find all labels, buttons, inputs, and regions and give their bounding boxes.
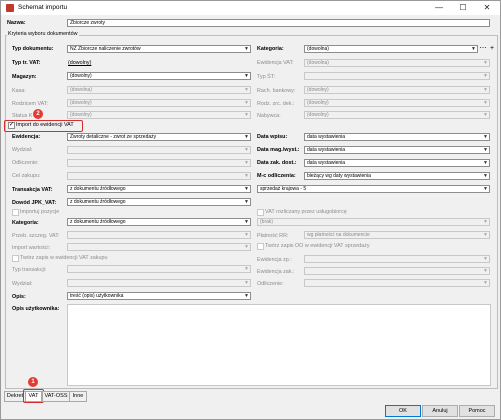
cash-label: Kasa:: [12, 88, 26, 94]
dept-select: ▼: [67, 146, 251, 154]
import-vat-label: Import do ewidencji VAT: [16, 122, 74, 128]
records2-select: ▼: [304, 255, 490, 263]
dept2-select: ▼: [67, 279, 251, 287]
vat-reg-label: Rodzicem VAT:: [12, 101, 49, 107]
vat-category-label: Kategoria:: [12, 220, 39, 226]
month-select[interactable]: bieżący wg daty wystawienia ▼: [304, 172, 490, 180]
proxy-select: ▼: [67, 231, 251, 239]
criteria-group-label: Kryteria wyboru dokumentów: [7, 31, 79, 37]
date-doc-label: Data zak. dost.:: [257, 160, 297, 166]
vat-paid-checkbox[interactable]: [257, 209, 264, 216]
settlement-select: (dowolny) ▼: [304, 99, 490, 107]
transaction-type-select: ▼: [67, 265, 251, 273]
name-label: Nazwa:: [7, 20, 26, 26]
chevron-down-icon: ▼: [244, 46, 249, 52]
name-field[interactable]: Zbiorcze zwroty: [67, 19, 490, 27]
purpose-select: ▼: [67, 172, 251, 180]
receiver-select: ▼: [67, 159, 251, 167]
date-issue-label: Data wpisu:: [257, 134, 288, 140]
records2-label: Ewidencja zp.:: [257, 257, 292, 263]
warehouse-label: Magazyn:: [12, 74, 37, 80]
desc-select[interactable]: treść (opis) użytkownika ▼: [67, 292, 251, 300]
payment-select: wg płatności na dokumencie ▼: [304, 231, 490, 239]
kind-select: (brak) ▼: [257, 218, 490, 226]
import-positions-label: Importuj pozycje: [20, 209, 60, 215]
import-value-select: ▼: [67, 243, 251, 251]
create-record-checkbox[interactable]: [12, 255, 19, 262]
cash-select: (dowolna) ▼: [67, 86, 251, 94]
doc-type-select[interactable]: NZ Zbiorcze naliczenie zwrotów ▼: [67, 45, 251, 53]
vat-records-label: Ewidencja VAT:: [257, 60, 294, 66]
jpk-label: Dowód JPK_VAT:: [12, 200, 57, 206]
close-button[interactable]: ✕: [475, 1, 499, 15]
vat-type-link[interactable]: (dowolny): [68, 60, 91, 66]
help-button[interactable]: Pomoc: [459, 405, 495, 417]
records-select[interactable]: Zwroty detaliczne - zwrot ze sprzedaży ▼: [67, 133, 251, 141]
dialog-window: Schemat importu — ☐ ✕ Nazwa: Zbiorcze zw…: [0, 0, 501, 420]
create-record-label: Twórz zapis w ewidencji VAT zakupu: [20, 255, 108, 261]
doc-type-label: Typ dokumentu:: [12, 46, 54, 52]
status-label: Status K: [12, 113, 33, 119]
dept-label: Wydział:: [12, 147, 33, 153]
records3-label: Ewidencja zak.:: [257, 269, 295, 275]
jpk-select[interactable]: z dokumentu źródłowego ▼: [67, 198, 251, 206]
user-desc-label: Opis użytkownika:: [12, 306, 60, 312]
vat-type-label: Typ tr. VAT:: [12, 60, 41, 66]
transaction-label: Transakcja VAT:: [12, 187, 53, 193]
proxy-label: Przeb. szczeg. VAT:: [12, 233, 60, 239]
cancel-button[interactable]: Anuluj: [422, 405, 458, 417]
category-select[interactable]: (dowolna) ▼: [304, 45, 478, 53]
vat-records-select: (dowolna) ▼: [304, 59, 490, 67]
records3-select: ▼: [304, 267, 490, 275]
month-label: M-c odliczenia:: [257, 173, 296, 179]
create-oo-checkbox[interactable]: [257, 243, 264, 250]
deduct-select: ▼: [304, 279, 490, 287]
buyer-label: Nabywca:: [257, 113, 281, 119]
deduct-label: Odliczenie:: [257, 281, 284, 287]
maximize-button[interactable]: ☐: [451, 1, 475, 15]
payment-label: Płatność RR:: [257, 233, 289, 239]
minimize-button[interactable]: —: [427, 1, 451, 15]
warehouse-select[interactable]: (dowolny) ▼: [67, 72, 251, 80]
purpose-label: Cel zakupu:: [12, 173, 41, 179]
annotation-badge-2: 2: [33, 109, 43, 119]
country-select[interactable]: sprzedaż krajowa - 5 ▼: [257, 185, 490, 193]
tab-vat-oss[interactable]: VAT-OSS: [42, 391, 70, 402]
vat-category-select[interactable]: z dokumentu źródłowego ▼: [67, 218, 251, 226]
import-value-label: Import wartości:: [12, 245, 51, 251]
title-bar: Schemat importu — ☐ ✕: [1, 1, 500, 15]
date-mag-select[interactable]: data wystawienia ▼: [304, 146, 490, 154]
st-type-select: ▼: [304, 72, 490, 80]
date-doc-select[interactable]: data wystawienia ▼: [304, 159, 490, 167]
receiver-label: Odliczenie:: [12, 160, 39, 166]
tab-inne[interactable]: Inne: [69, 391, 87, 402]
more-options-icon[interactable]: ⋯: [479, 45, 487, 53]
add-icon[interactable]: +: [488, 45, 496, 53]
bank-select: (dowolny) ▼: [304, 86, 490, 94]
transaction-select[interactable]: z dokumentu źródłowego ▼: [67, 185, 251, 193]
vat-reg-select: (dowolny) ▼: [67, 99, 251, 107]
date-mag-label: Data mag./wyst.:: [257, 147, 300, 153]
app-icon: [6, 4, 14, 12]
create-oo-label: Twórz zapis OO w ewidencji VAT sprzedaży: [265, 243, 370, 249]
vat-paid-label: VAT rozliczany przez usługobiorcę: [265, 209, 347, 215]
import-vat-checkbox[interactable]: [8, 121, 15, 129]
dept2-label: Wydział:: [12, 281, 33, 287]
buyer-select: (dowolny) ▼: [304, 111, 490, 119]
st-type-label: Typ ŚT:: [257, 74, 275, 80]
status-select: (dowolny) ▼: [67, 111, 251, 119]
category-label: Kategoria:: [257, 46, 284, 52]
ok-button[interactable]: OK: [385, 405, 421, 417]
annotation-box-tab: [23, 389, 44, 403]
desc-label: Opis:: [12, 294, 26, 300]
import-positions-checkbox[interactable]: [12, 209, 19, 216]
date-issue-select[interactable]: data wystawienia ▼: [304, 133, 490, 141]
bank-label: Rach. bankowy:: [257, 88, 296, 94]
annotation-badge-1: 1: [28, 377, 38, 387]
transaction-type-label: Typ transakcji:: [12, 267, 47, 273]
records-label: Ewidencja:: [12, 134, 41, 140]
window-title: Schemat importu: [18, 4, 68, 11]
settlement-label: Rodz. zrc. dek.:: [257, 101, 295, 107]
user-desc-textarea[interactable]: [67, 304, 491, 386]
